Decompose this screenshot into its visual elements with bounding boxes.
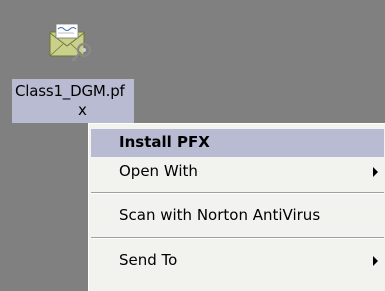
- menu-item-install-pfx[interactable]: Install PFX: [91, 129, 384, 157]
- menu-item-label: Install PFX: [119, 133, 210, 151]
- file-name-line2: x: [78, 101, 87, 119]
- menu-item-label: Send To: [119, 251, 178, 269]
- submenu-arrow-icon: [373, 256, 378, 266]
- submenu-arrow-icon: [373, 167, 378, 177]
- menu-separator: [91, 192, 384, 194]
- menu-item-send-to[interactable]: Send To: [91, 247, 384, 275]
- desktop: Class1_DGM.pf x Install PFX Open With Sc…: [0, 0, 385, 291]
- menu-item-label: Scan with Norton AntiVirus: [119, 206, 321, 224]
- menu-separator: [91, 237, 384, 239]
- context-menu: Install PFX Open With Scan with Norton A…: [88, 123, 385, 291]
- menu-item-label: Open With: [119, 162, 198, 180]
- certificate-file-icon[interactable]: [48, 20, 96, 64]
- menu-item-scan-norton[interactable]: Scan with Norton AntiVirus: [91, 202, 384, 230]
- menu-item-open-with[interactable]: Open With: [91, 158, 384, 186]
- file-name-line1: Class1_DGM.pf: [15, 82, 125, 100]
- file-name-label[interactable]: Class1_DGM.pf x: [12, 79, 134, 123]
